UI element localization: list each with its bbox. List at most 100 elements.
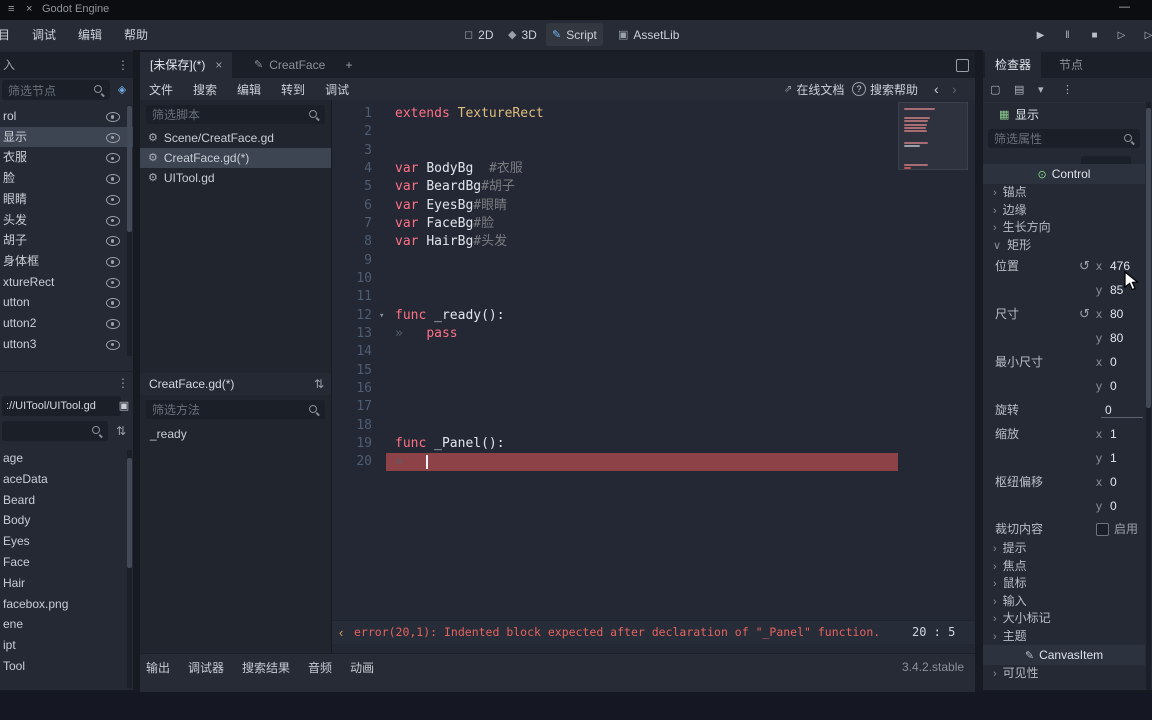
visibility-toggle-icon[interactable] [106, 319, 120, 329]
property-group[interactable]: › 鼠标 [983, 575, 1145, 593]
bottom-panel-tab[interactable]: 调试器 [188, 659, 224, 676]
filter-properties-input[interactable]: 筛选属性 [988, 129, 1140, 148]
code-line[interactable]: func _Panel(): [386, 435, 898, 453]
visibility-toggle-icon[interactable] [106, 339, 120, 350]
code-line[interactable] [386, 362, 898, 380]
new-resource-icon[interactable]: ▢ [990, 78, 1000, 102]
value-y[interactable]: 1 [1110, 446, 1117, 470]
play-button[interactable]: ▶ [1030, 27, 1050, 44]
filesystem-filter-input[interactable] [2, 421, 108, 441]
filter-scripts-input[interactable]: 筛选脚本 [146, 105, 325, 124]
filter-methods-input[interactable]: 筛选方法 [146, 400, 325, 419]
inspector-object-row[interactable]: ▦ 显示 [983, 103, 1152, 127]
file-row[interactable]: Eyes [0, 531, 133, 551]
property-group[interactable]: › 输入 [983, 593, 1145, 611]
dock-tab-import[interactable]: 入 [3, 52, 15, 78]
scene-node-row[interactable]: 身体框 [0, 251, 133, 271]
value-y[interactable]: 0 [1110, 374, 1117, 398]
inspector-scrollbar[interactable] [1146, 102, 1151, 690]
code-lines[interactable]: extends TextureRect var BodyBg #衣服 var Bea… [379, 105, 898, 620]
property-group[interactable]: › 焦点 [983, 558, 1145, 576]
code-line[interactable]: » [386, 453, 898, 472]
property-group[interactable]: › 主题 [983, 628, 1145, 646]
value-x[interactable]: 1 [1110, 422, 1117, 446]
history-forward-icon[interactable]: › [952, 78, 957, 100]
scene-node-row[interactable]: 显示 [0, 126, 133, 147]
file-row[interactable]: facebox.png [0, 594, 133, 614]
resource-menu-icon[interactable]: ⋮ [1062, 78, 1073, 102]
panel-collapse-icon[interactable]: ‹ [339, 621, 343, 644]
script-menu-item[interactable]: 编辑 [232, 81, 266, 98]
script-list-item[interactable]: ⚙ Scene/CreatFace.gd [140, 128, 331, 148]
code-line[interactable]: var EyesBg#眼睛 [386, 197, 898, 215]
code-line[interactable] [386, 123, 898, 141]
script-list-item[interactable]: ⚙ CreatFace.gd(*) [140, 148, 331, 168]
file-row[interactable]: Body [0, 510, 133, 530]
code-line[interactable]: var FaceBg#脸 [386, 215, 898, 233]
scene-node-row[interactable]: utton [0, 292, 133, 312]
filesystem-current-path[interactable]: ://UITool/UITool.gd [2, 396, 121, 416]
code-line[interactable] [386, 288, 898, 306]
new-scene-tab-button[interactable]: + [340, 56, 358, 74]
play-custom-scene-button[interactable]: ▷ [1138, 27, 1152, 44]
scene-node-row[interactable]: rol [0, 106, 133, 126]
value-y[interactable]: 0 [1110, 494, 1117, 518]
value-x[interactable]: 0 [1110, 350, 1117, 374]
close-tab-icon[interactable]: × [215, 52, 222, 78]
visibility-toggle-icon[interactable] [106, 215, 120, 226]
save-resource-icon[interactable]: ▾ [1038, 78, 1044, 102]
file-row[interactable]: aceData [0, 469, 133, 489]
history-back-icon[interactable]: ‹ [934, 78, 939, 100]
dock-menu-icon[interactable]: ⋮ [117, 372, 129, 395]
property-group[interactable]: › 生长方向 [983, 219, 1145, 237]
bottom-panel-tab[interactable]: 音频 [308, 659, 332, 676]
scene-node-row[interactable]: utton3 [0, 334, 133, 354]
dock-menu-icon[interactable]: ⋮ [117, 52, 129, 78]
script-menu-item[interactable]: 搜索 [188, 81, 222, 98]
stop-button[interactable]: ■ [1084, 27, 1104, 44]
code-line[interactable] [386, 417, 898, 435]
workspace-tab-script[interactable]: ✎ Script [546, 23, 603, 46]
value-x[interactable]: 80 [1110, 302, 1123, 326]
property-group[interactable]: › 边缘 [983, 202, 1145, 220]
scene-node-row[interactable]: xtureRect [0, 272, 133, 292]
checkbox[interactable] [1096, 523, 1109, 536]
script-menu-item[interactable]: 文件 [144, 81, 178, 98]
value-y[interactable]: 85 [1110, 278, 1123, 302]
value-x[interactable]: 0 [1110, 470, 1117, 494]
method-list-item[interactable]: _ready [140, 424, 331, 444]
menu-icon[interactable]: ≡ [8, 3, 14, 15]
workspace-tab-assetlib[interactable]: ▣ AssetLib [612, 23, 685, 46]
menu-item-partial[interactable]: 目 [0, 26, 16, 43]
online-docs-button[interactable]: ⇗ 在线文档 [784, 78, 844, 100]
visibility-toggle-icon[interactable] [106, 194, 120, 205]
file-row[interactable]: ipt [0, 635, 133, 655]
code-line[interactable]: var HairBg#头发 [386, 233, 898, 251]
inspector-section[interactable]: ✎ CanvasItem [983, 645, 1145, 665]
code-line[interactable]: var BeardBg#胡子 [386, 178, 898, 196]
close-icon[interactable]: × [26, 3, 32, 15]
revert-icon[interactable]: ↺ [1079, 302, 1090, 326]
value-y[interactable]: 80 [1110, 326, 1123, 350]
scene-node-row[interactable]: 头发 [0, 210, 133, 230]
error-message[interactable]: error(20,1): Indented block expected aft… [354, 621, 880, 644]
scene-tree-scrollbar[interactable] [127, 106, 132, 356]
scene-tab[interactable]: ✎ CreatFace [244, 52, 335, 78]
code-line[interactable]: var BodyBg #衣服 [386, 160, 898, 178]
visibility-toggle-icon[interactable] [106, 256, 120, 267]
scrollbar-handle[interactable] [127, 106, 132, 232]
scene-node-row[interactable]: 衣服 [0, 147, 133, 167]
minimize-button[interactable]: — [1119, 1, 1130, 13]
value-field[interactable]: 0 [1105, 398, 1112, 422]
code-line[interactable] [386, 142, 898, 160]
visibility-toggle-icon[interactable] [106, 236, 120, 247]
dock-tab-node[interactable]: 节点 [1049, 52, 1093, 78]
code-line[interactable] [386, 380, 898, 398]
scene-node-row[interactable]: utton2 [0, 313, 133, 333]
bottom-panel-tab[interactable]: 动画 [350, 659, 374, 676]
file-row[interactable]: Tool [0, 656, 133, 676]
property-group[interactable]: › 锚点 [983, 184, 1145, 202]
property-group[interactable]: ∨ 矩形 [983, 237, 1145, 255]
sort-files-icon[interactable]: ⇅ [112, 421, 130, 441]
scrollbar-handle[interactable] [127, 458, 132, 568]
